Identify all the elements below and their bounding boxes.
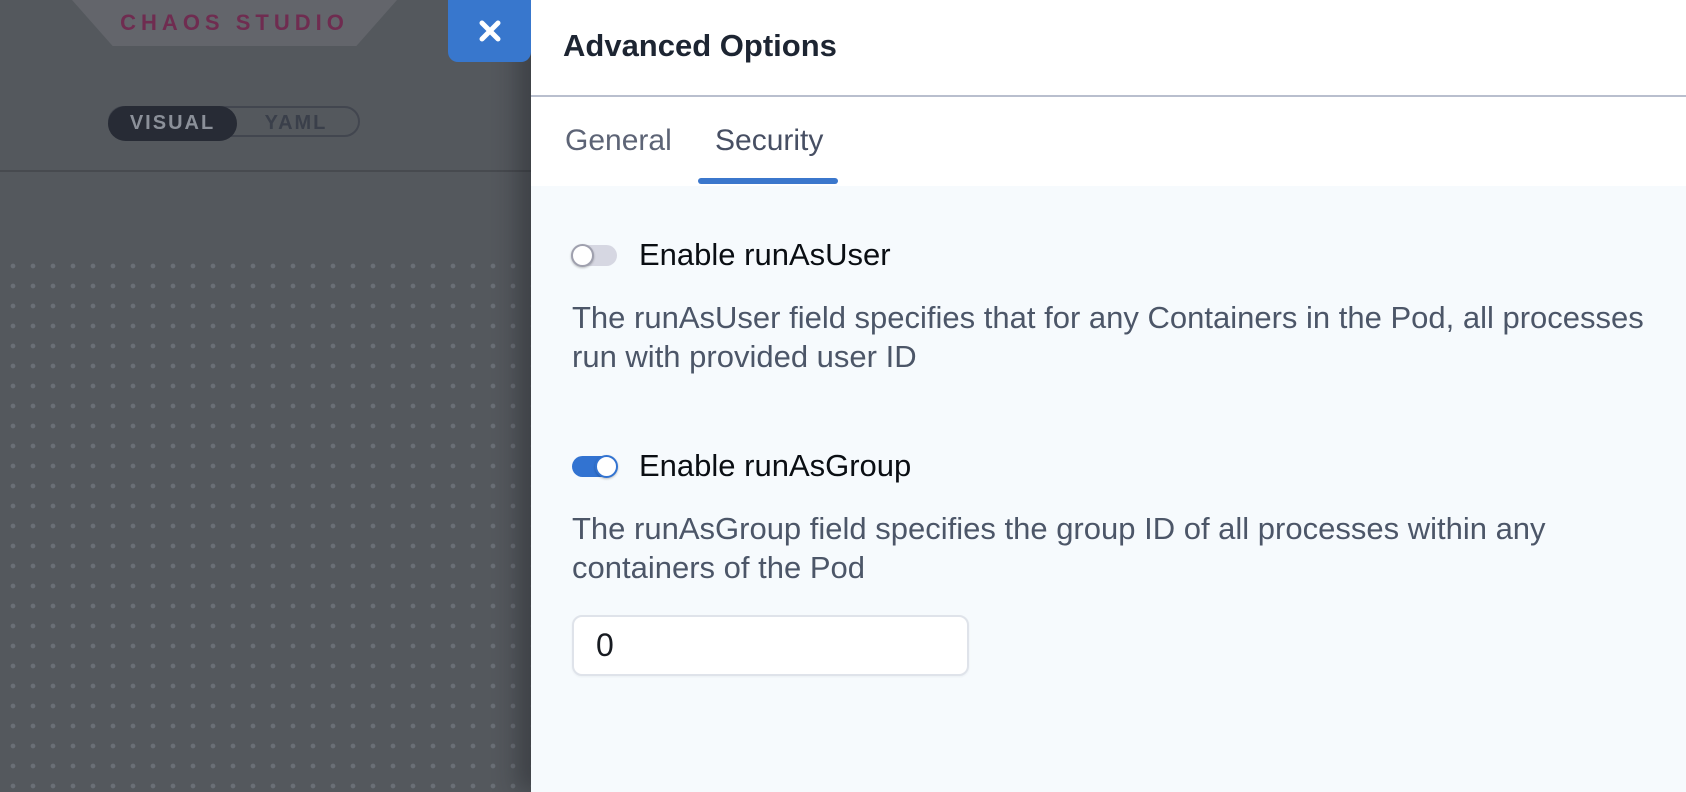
runasuser-description-line1: The runAsUser field specifies that for a…: [572, 298, 1644, 337]
toggle-knob: [571, 244, 594, 267]
visual-yaml-switch[interactable]: VISUAL YAML: [108, 106, 360, 137]
tabs-bar: General Security: [531, 97, 1686, 186]
close-button[interactable]: [448, 0, 531, 62]
runasgroup-description: The runAsGroup field specifies the group…: [572, 509, 1546, 587]
enable-runasuser-toggle[interactable]: [572, 245, 617, 266]
dotted-canvas: [0, 252, 531, 792]
screen: CHAOS STUDIO VISUAL YAML Advanced Option…: [0, 0, 1686, 792]
brand-title: CHAOS STUDIO: [120, 10, 349, 36]
tab-visual-label: VISUAL: [130, 112, 215, 135]
runasuser-description-line2: run with provided user ID: [572, 337, 1644, 376]
brand-badge: CHAOS STUDIO: [72, 0, 397, 46]
security-tab-content: Enable runAsUser The runAsUser field spe…: [531, 186, 1686, 792]
runasgroup-description-line1: The runAsGroup field specifies the group…: [572, 509, 1546, 548]
active-tab-indicator: [698, 178, 838, 184]
toolbar-divider: [0, 170, 531, 172]
runasgroup-description-line2: containers of the Pod: [572, 548, 1546, 587]
panel-header: Advanced Options: [531, 0, 1686, 95]
close-icon: [476, 17, 504, 45]
enable-runasgroup-toggle[interactable]: [572, 456, 617, 477]
advanced-options-panel: Advanced Options General Security Enable…: [531, 0, 1686, 792]
toggle-knob: [595, 455, 618, 478]
tab-security[interactable]: Security: [715, 122, 823, 160]
tab-visual[interactable]: VISUAL: [108, 106, 237, 141]
panel-title: Advanced Options: [563, 27, 837, 65]
runasgroup-id-input[interactable]: [572, 615, 969, 676]
tab-yaml[interactable]: YAML: [234, 108, 358, 139]
enable-runasgroup-label: Enable runAsGroup: [639, 447, 911, 485]
runasuser-description: The runAsUser field specifies that for a…: [572, 298, 1644, 376]
tab-yaml-label: YAML: [265, 112, 328, 135]
enable-runasuser-label: Enable runAsUser: [639, 236, 891, 274]
tab-general[interactable]: General: [565, 122, 672, 160]
dimmed-canvas-region: CHAOS STUDIO VISUAL YAML: [0, 0, 531, 792]
